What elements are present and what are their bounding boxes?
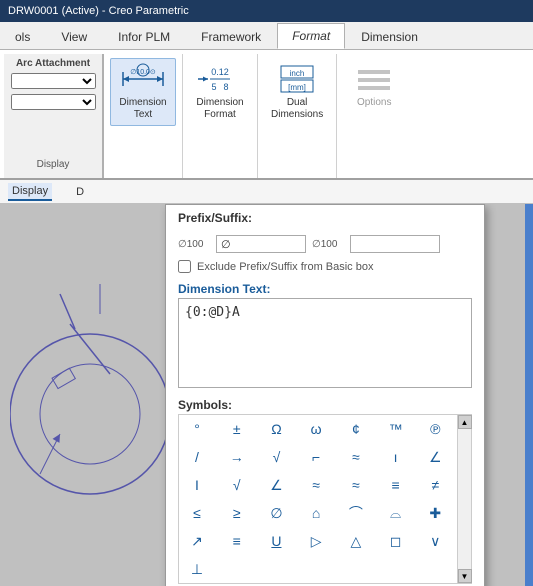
symbols-section-label: Symbols:: [166, 392, 484, 414]
prefix-suffix-label: Prefix/Suffix:: [178, 211, 252, 225]
sym-diameter[interactable]: ∅: [258, 499, 294, 527]
sym-lines[interactable]: ≡: [219, 527, 255, 555]
svg-text:5: 5: [211, 82, 216, 92]
sym-arrow-ne[interactable]: ↗: [179, 527, 215, 555]
svg-text:[mm]: [mm]: [288, 83, 306, 92]
arc-attachment-label: Arc Attachment: [16, 58, 90, 69]
options-button[interactable]: Options: [343, 58, 405, 114]
sym-perp[interactable]: ⊥: [179, 555, 215, 583]
sym-sqrt[interactable]: √: [258, 443, 294, 471]
sym-approx[interactable]: ≈: [338, 443, 374, 471]
dimension-format-label: DimensionFormat: [196, 97, 243, 121]
options-icon: [350, 63, 398, 95]
svg-text:0.12: 0.12: [211, 67, 229, 77]
svg-text:8: 8: [223, 82, 228, 92]
dual-dimensions-button[interactable]: inch [mm] DualDimensions: [264, 58, 330, 126]
sym-plusminus[interactable]: ±: [219, 415, 255, 443]
sym-omega[interactable]: ω: [298, 415, 334, 443]
sym-square[interactable]: ◻: [378, 527, 414, 555]
sym-tilde[interactable]: ≈: [338, 471, 374, 499]
dimension-format-group: 0.12 5 8 DimensionFormat: [183, 54, 258, 178]
workspace: Prefix/Suffix: ∅100 ∅100 Exclude Prefix/…: [0, 204, 533, 586]
sym-underline-u[interactable]: U: [258, 527, 294, 555]
options-group: Options: [337, 54, 411, 178]
dual-dimensions-group: inch [mm] DualDimensions: [258, 54, 337, 178]
display-label: Display: [37, 159, 70, 174]
arc-attachment-select2[interactable]: [11, 94, 96, 110]
symbols-grid: ° ± Ω ω ¢ ™ ℗ / → √ ⌐ ≈ ı ∠ I √ ∠ ≈: [179, 415, 457, 583]
arc-attachment-select[interactable]: [11, 73, 96, 89]
second-ribbon: Display D: [0, 180, 533, 204]
sym-geq[interactable]: ≥: [219, 499, 255, 527]
ribbon-display-tab[interactable]: Display: [8, 183, 52, 201]
sym-omega-cap[interactable]: Ω: [258, 415, 294, 443]
options-label: Options: [357, 97, 391, 109]
sym-cap-i[interactable]: I: [179, 471, 215, 499]
ribbon-tabs: ols View Infor PLM Framework Format Dime…: [0, 22, 533, 50]
dimension-text-button[interactable]: ∅10.0⊙ DimensionText: [110, 58, 176, 126]
prefix-suffix-dialog: Prefix/Suffix: ∅100 ∅100 Exclude Prefix/…: [165, 204, 485, 586]
tab-inforplm[interactable]: Infor PLM: [103, 24, 185, 49]
sym-down-v[interactable]: ∨: [417, 527, 453, 555]
dimension-text-section-label: Dimension Text:: [166, 276, 484, 298]
right-color-bar: [525, 204, 533, 586]
scroll-up-button[interactable]: ▲: [458, 415, 472, 429]
dual-dimensions-label: DualDimensions: [271, 97, 323, 121]
sym-slash[interactable]: /: [179, 443, 215, 471]
scroll-down-button[interactable]: ▼: [458, 569, 472, 583]
sym-house[interactable]: ⌂: [298, 499, 334, 527]
prefix-indicator: ∅100: [178, 239, 210, 250]
suffix-input[interactable]: [350, 235, 440, 253]
sym-cent[interactable]: ¢: [338, 415, 374, 443]
sym-cross[interactable]: ✚: [417, 499, 453, 527]
sym-tm[interactable]: ™: [378, 415, 414, 443]
suffix-indicator: ∅100: [312, 239, 344, 250]
tab-tools[interactable]: ols: [0, 24, 45, 49]
sym-equiv[interactable]: ≡: [378, 471, 414, 499]
sym-angle2[interactable]: ∠: [258, 471, 294, 499]
ribbon-d-tab[interactable]: D: [72, 184, 88, 200]
prefix-suffix-header: Prefix/Suffix:: [166, 205, 484, 231]
sym-triangle-up[interactable]: △: [338, 527, 374, 555]
tab-format[interactable]: Format: [277, 23, 345, 49]
exclude-label: Exclude Prefix/Suffix from Basic box: [197, 261, 373, 273]
dimension-text-label: DimensionText: [119, 97, 166, 121]
title-text: DRW0001 (Active) - Creo Parametric: [8, 5, 189, 17]
sym-sqrt2[interactable]: √: [219, 471, 255, 499]
tab-framework[interactable]: Framework: [186, 24, 276, 49]
prefix-suffix-inputs: ∅100 ∅100: [166, 231, 484, 257]
sym-arc2[interactable]: ⌓: [378, 499, 414, 527]
sym-arrow-right[interactable]: →: [219, 443, 255, 471]
dimension-format-button[interactable]: 0.12 5 8 DimensionFormat: [189, 58, 251, 126]
sym-degree[interactable]: °: [179, 415, 215, 443]
drawing-svg: [10, 214, 170, 586]
tab-view[interactable]: View: [46, 24, 102, 49]
sym-corner[interactable]: ⌐: [298, 443, 334, 471]
arc-attachment-panel: Arc Attachment Display: [4, 54, 104, 178]
ribbon-content: Arc Attachment Display: [0, 50, 533, 180]
dimension-text-input[interactable]: {0:@D}A: [178, 298, 472, 388]
svg-text:∅10.0⊙: ∅10.0⊙: [130, 69, 156, 76]
sym-dotless-i[interactable]: ı: [378, 443, 414, 471]
title-bar: DRW0001 (Active) - Creo Parametric: [0, 0, 533, 22]
exclude-checkbox[interactable]: [178, 260, 191, 273]
dual-dimensions-icon: inch [mm]: [273, 63, 321, 95]
sym-p-circle[interactable]: ℗: [417, 415, 453, 443]
sym-approx2[interactable]: ≈: [298, 471, 334, 499]
svg-text:inch: inch: [290, 69, 305, 78]
exclude-prefix-row: Exclude Prefix/Suffix from Basic box: [166, 257, 484, 276]
sym-triangle-right[interactable]: ▷: [298, 527, 334, 555]
sym-leq[interactable]: ≤: [179, 499, 215, 527]
symbols-scrollbar: ▲ ▼: [457, 415, 471, 583]
sym-neq[interactable]: ≠: [417, 471, 453, 499]
dimension-format-icon: 0.12 5 8: [196, 63, 244, 95]
dimension-text-group: ∅10.0⊙ DimensionText: [104, 54, 183, 178]
sym-angle[interactable]: ∠: [417, 443, 453, 471]
sym-arc[interactable]: ⌒: [338, 499, 374, 527]
prefix-input[interactable]: [216, 235, 306, 253]
tab-dimension[interactable]: Dimension: [346, 24, 433, 49]
dimension-text-icon: ∅10.0⊙: [119, 63, 167, 95]
